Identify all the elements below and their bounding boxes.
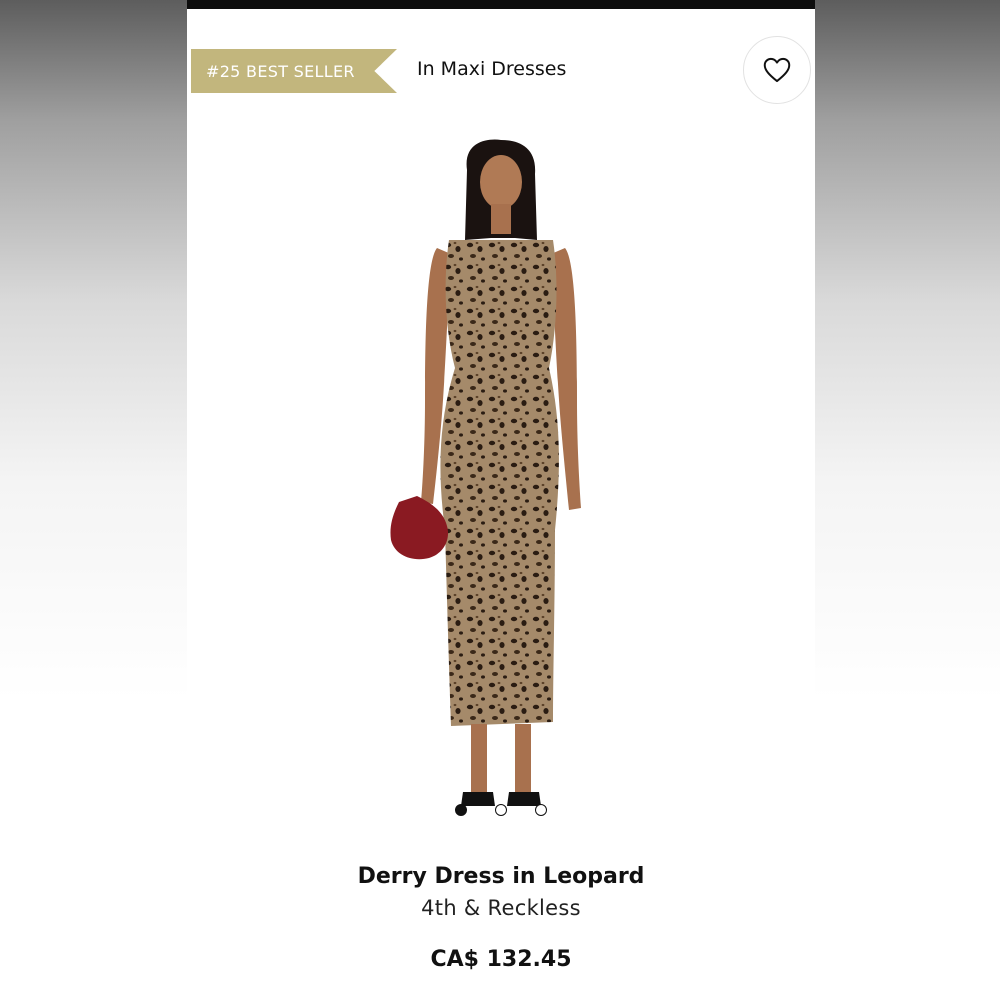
best-seller-badge: #25 BEST SELLER [191, 49, 397, 93]
background-blur-left [0, 0, 187, 1000]
leg-right-shape [515, 724, 531, 794]
gallery-pagination [455, 804, 555, 818]
gallery-dot-1[interactable] [455, 804, 467, 816]
gallery-dot-3[interactable] [535, 804, 547, 816]
gallery-dot-2[interactable] [495, 804, 507, 816]
category-link[interactable]: In Maxi Dresses [417, 58, 566, 80]
dress-shape [440, 240, 559, 726]
product-name: Derry Dress in Leopard [357, 864, 645, 889]
face-shape [480, 155, 522, 209]
product-image[interactable] [377, 130, 627, 830]
background-blur-right [813, 0, 1000, 1000]
product-screen: #25 BEST SELLER In Maxi Dresses Derry Dr… [187, 0, 815, 1000]
status-bar [187, 0, 815, 9]
wishlist-button[interactable] [743, 36, 811, 104]
best-seller-label: #25 BEST SELLER [206, 61, 355, 81]
leg-left-shape [471, 724, 487, 794]
product-price: CA$ 132.45 [430, 947, 572, 972]
brand-link[interactable]: 4th & Reckless [187, 896, 815, 920]
neck-shape [491, 204, 511, 234]
heart-icon [763, 57, 791, 83]
handbag-shape [390, 496, 449, 560]
